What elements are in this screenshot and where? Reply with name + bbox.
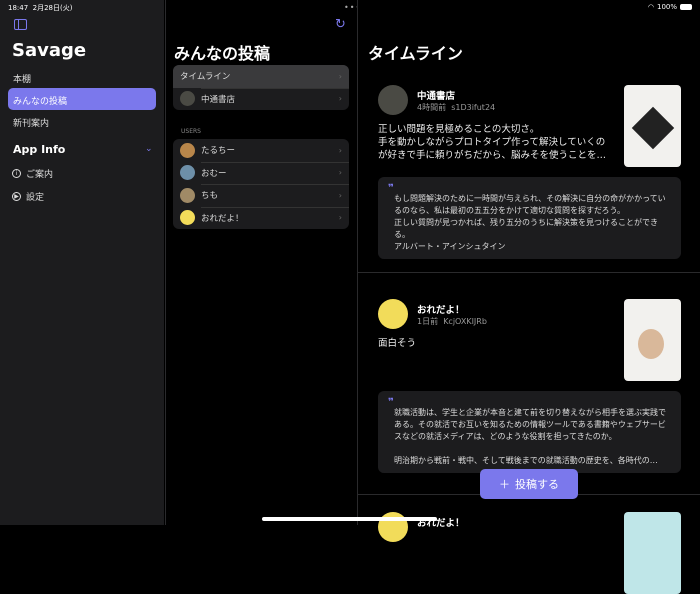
- label: ちも: [201, 191, 219, 202]
- quote-icon: ❞: [388, 397, 394, 408]
- post-meta: 4時間前 s1D3ifut24: [417, 102, 495, 113]
- battery-icon: [680, 4, 692, 10]
- sidebar-item-settings[interactable]: ▶ 設定: [12, 190, 44, 203]
- sidebar-item-new-releases[interactable]: 新刊案内: [8, 110, 156, 132]
- users-header: USERS: [181, 128, 201, 135]
- date: 2月28日(火): [32, 4, 73, 12]
- avatar: [180, 91, 195, 107]
- chevron-right-icon: ›: [338, 94, 342, 104]
- chevron-right-icon: ›: [338, 213, 342, 223]
- book-cover[interactable]: [624, 85, 681, 167]
- quote-box: ❞ もし問題解決のために一時間が与えられ、その解決に自分の命がかかっているのなら、…: [378, 177, 681, 259]
- label: おれだよ！: [201, 213, 244, 224]
- status-right: ◠ 100%: [648, 3, 692, 11]
- sidebar-item-bookshelf[interactable]: 本棚: [8, 66, 156, 88]
- avatar: [378, 299, 408, 329]
- app-title: Savage: [12, 40, 87, 61]
- wifi-icon: ◠: [647, 3, 654, 11]
- avatar: [180, 142, 195, 158]
- user-item[interactable]: おれだよ！ ›: [173, 206, 349, 230]
- post-text: 正しい問題を見極めることの大切さ。 手を動かしながらプロトタイプ作って解決してい…: [378, 124, 607, 161]
- post-meta: 1日前 KcjOXKIJRb: [417, 316, 487, 327]
- timeline-detail: タイムライン 中通書店 4時間前 s1D3ifut24 正しい問題を見極めること…: [357, 0, 700, 594]
- page-title: タイムライン: [368, 44, 463, 63]
- post-text: 面白そう: [378, 338, 417, 349]
- chevron-right-icon: ›: [338, 190, 342, 200]
- avatar: [180, 187, 195, 203]
- label: タイムライン: [180, 72, 231, 83]
- battery-text: 100%: [656, 3, 677, 11]
- book-cover[interactable]: [624, 299, 681, 381]
- label: 設定: [26, 193, 45, 203]
- user-item[interactable]: おむー ›: [173, 161, 349, 185]
- list-item-store[interactable]: 中通書店 ›: [173, 87, 349, 111]
- divider: [358, 272, 700, 273]
- avatar: [180, 210, 195, 226]
- section-app-info[interactable]: App Info: [13, 143, 65, 156]
- post-button-label: 投稿する: [515, 478, 559, 491]
- post-id: s1D3ifut24: [451, 103, 496, 112]
- post-author: 中通書店: [417, 91, 456, 102]
- label: たるちー: [201, 146, 236, 157]
- book-cover[interactable]: [624, 512, 681, 594]
- avatar: [180, 165, 195, 181]
- quote-box: ❞ 就職活動は、学生と企業が本音と建て前を切り替えながら相手を選ぶ実践である。その…: [378, 391, 681, 473]
- list-item-timeline[interactable]: タイムライン ›: [173, 65, 349, 88]
- label: おむー: [201, 168, 227, 179]
- quote-text: もし問題解決のために一時間が与えられ、その解決に自分の命がかかっているのなら、私…: [394, 194, 666, 251]
- post-id: KcjOXKIJRb: [443, 317, 487, 326]
- quote-text: 就職活動は、学生と企業が本音と建て前を切り替えながら相手を選ぶ実践である。その就…: [394, 408, 666, 465]
- sidebar-item-everyone-posts[interactable]: みんなの投稿: [8, 88, 156, 110]
- middle-column: ••• ↻ みんなの投稿 タイムライン › 中通書店 › USERS たるちー › お…: [165, 0, 360, 525]
- label: 中通書店: [201, 94, 236, 105]
- info-icon: i: [12, 169, 21, 178]
- avatar: [378, 85, 408, 115]
- plus-icon: ＋: [499, 478, 510, 491]
- user-item[interactable]: たるちー ›: [173, 139, 349, 162]
- post-time: 1日前: [417, 317, 439, 326]
- post-author: おれだよ！: [417, 305, 465, 316]
- chevron-down-icon[interactable]: ⌄: [145, 144, 153, 154]
- status-time: 18:47 2月28日(火): [8, 3, 72, 13]
- page-title: みんなの投稿: [174, 44, 271, 63]
- refresh-icon[interactable]: ↻: [335, 17, 346, 32]
- chevron-right-icon: ›: [338, 145, 342, 155]
- post-button[interactable]: ＋ 投稿する: [480, 469, 578, 499]
- users-list: たるちー › おむー › ちも › おれだよ！ ›: [173, 139, 349, 229]
- user-item[interactable]: ちも ›: [173, 184, 349, 207]
- label: ご案内: [26, 170, 54, 180]
- chevron-right-icon: ›: [338, 168, 342, 178]
- sidebar-toggle-icon[interactable]: [14, 19, 27, 30]
- post-time: 4時間前: [417, 103, 447, 112]
- home-indicator: [262, 517, 437, 521]
- status-bar: 18:47 2月28日(火) ◠ 100%: [0, 0, 700, 14]
- time: 18:47: [8, 4, 29, 12]
- play-circle-icon: ▶: [12, 192, 21, 201]
- sidebar: Savage 本棚 みんなの投稿 新刊案内 App Info ⌄ i ご案内 ▶ 設…: [0, 0, 164, 525]
- top-list: タイムライン › 中通書店 ›: [173, 65, 349, 110]
- sidebar-item-guide[interactable]: i ご案内: [12, 167, 53, 180]
- quote-icon: ❞: [388, 183, 394, 194]
- chevron-right-icon: ›: [338, 71, 342, 81]
